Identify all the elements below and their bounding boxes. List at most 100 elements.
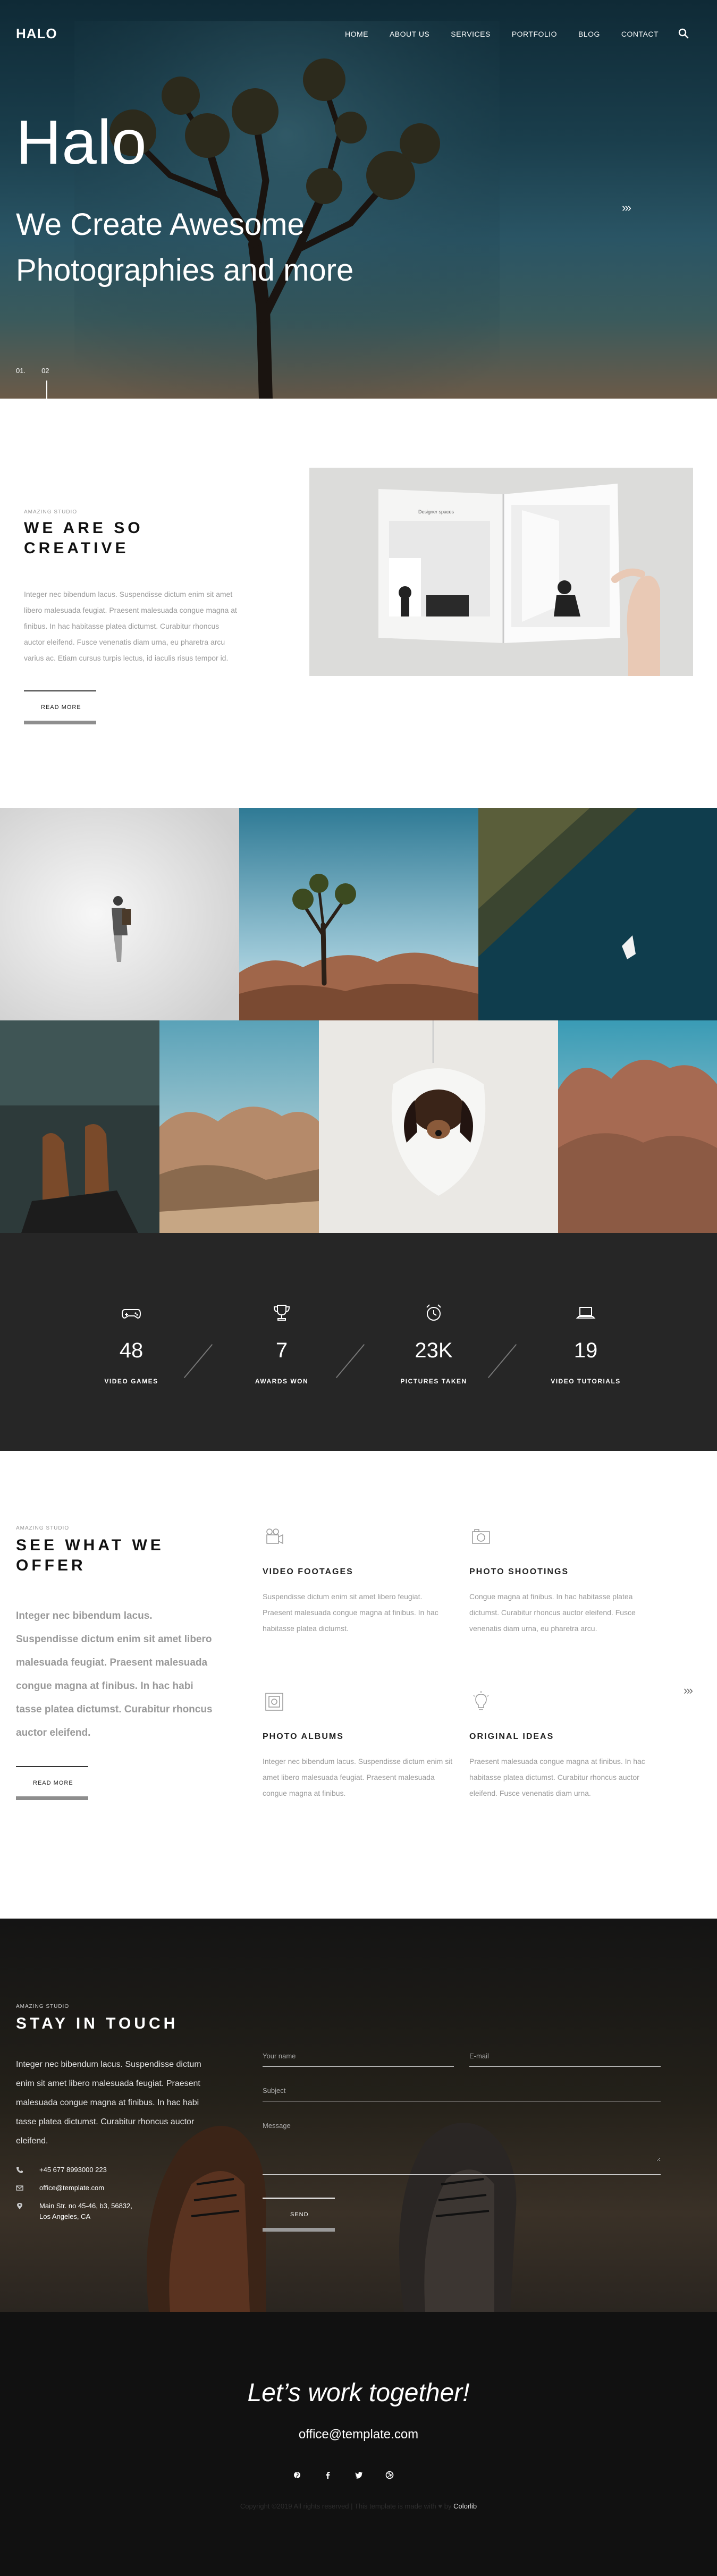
stat-label: VIDEO GAMES bbox=[104, 1378, 158, 1385]
services-section: AMAZING STUDIO SEE WHAT WE OFFER Integer… bbox=[0, 1451, 717, 1919]
service-title: PHOTO SHOOTINGS bbox=[469, 1567, 569, 1576]
alarm-clock-icon bbox=[426, 1304, 441, 1321]
laptop-icon bbox=[576, 1307, 596, 1319]
colorlib-link[interactable]: Colorlib bbox=[453, 2502, 477, 2510]
service-title: ORIGINAL IDEAS bbox=[469, 1732, 554, 1741]
twitter-icon[interactable] bbox=[354, 2470, 364, 2480]
stat-label: AWARDS WON bbox=[255, 1378, 309, 1385]
site-footer: Let’s work together! office@template.com… bbox=[0, 2312, 717, 2576]
photo-camera-icon bbox=[472, 1529, 490, 1544]
address-text: Main Str. no 45-46, b3, 56832, Los Angele… bbox=[39, 2201, 132, 2222]
copyright-text: Copyright ©2019 All rights reserved | Th… bbox=[240, 2502, 452, 2510]
address-line-1: Main Str. no 45-46, b3, 56832, bbox=[39, 2202, 132, 2210]
facebook-icon[interactable] bbox=[323, 2470, 333, 2480]
email-input[interactable] bbox=[469, 2052, 661, 2060]
about-section: AMAZING STUDIO WE ARE SO CREATIVE Intege… bbox=[0, 399, 717, 808]
nav-home[interactable]: HOME bbox=[345, 30, 368, 38]
service-original-ideas: ORIGINAL IDEAS Praesent malesuada congue… bbox=[469, 1690, 661, 1801]
open-book-image: Designer spaces bbox=[309, 468, 693, 676]
about-copy: AMAZING STUDIO WE ARE SO CREATIVE Intege… bbox=[24, 509, 242, 727]
about-eyebrow: AMAZING STUDIO bbox=[24, 509, 78, 515]
dribbble-icon[interactable] bbox=[385, 2470, 394, 2480]
address-line-2: Los Angeles, CA bbox=[39, 2212, 91, 2220]
footer-tagline: Let’s work together! bbox=[247, 2379, 470, 2407]
services-copy: AMAZING STUDIO SEE WHAT WE OFFER Integer… bbox=[16, 1525, 213, 1803]
footer-email[interactable]: office@template.com bbox=[0, 2427, 717, 2442]
contact-section: AMAZING STUDIO STAY IN TOUCH Integer nec… bbox=[0, 1919, 717, 2312]
gallery-tile-dog-hammock[interactable] bbox=[319, 1020, 558, 1233]
stat-awards-won: 7 AWARDS WON bbox=[218, 1302, 345, 1385]
gallery-tile-joshua-tree[interactable] bbox=[239, 808, 478, 1020]
copyright: Copyright ©2019 All rights reserved | Th… bbox=[0, 2502, 717, 2510]
name-field-wrap bbox=[263, 2051, 454, 2067]
about-heading: WE ARE SO CREATIVE bbox=[24, 519, 144, 557]
gallery-tile-boat-aerial[interactable] bbox=[478, 808, 717, 1020]
video-camera-icon bbox=[266, 1528, 283, 1544]
hero-next-arrow-icon[interactable]: ››› bbox=[622, 201, 631, 215]
message-textarea[interactable] bbox=[263, 2122, 661, 2161]
name-input[interactable] bbox=[263, 2052, 454, 2060]
service-text: Congue magna at finibus. In hac habitass… bbox=[469, 1592, 636, 1633]
stat-value: 48 bbox=[119, 1339, 144, 1362]
service-video-footages: VIDEO FOOTAGES Suspendisse dictum enim s… bbox=[263, 1525, 454, 1636]
slide-1-label[interactable]: 01. bbox=[16, 367, 26, 375]
slide-indicator: 01. 02 bbox=[16, 367, 49, 375]
social-links bbox=[292, 2470, 394, 2480]
stat-value: 23K bbox=[415, 1339, 453, 1362]
contact-address: Main Str. no 45-46, b3, 56832, Los Angele… bbox=[16, 2201, 218, 2222]
about-body: Integer nec bibendum lacus. Suspendisse … bbox=[24, 590, 237, 662]
gallery-tile-desert-rocks[interactable] bbox=[159, 1020, 319, 1233]
gamepad-icon bbox=[121, 1309, 141, 1319]
map-pin-icon bbox=[17, 2203, 22, 2209]
email-text[interactable]: office@template.com bbox=[39, 2183, 104, 2193]
send-button[interactable]: SEND bbox=[263, 2198, 335, 2232]
site-logo[interactable]: HALO bbox=[16, 26, 57, 42]
stat-pictures-taken: 23K PICTURES TAKEN bbox=[370, 1302, 497, 1385]
gallery-tile-foggy-hiker[interactable] bbox=[0, 808, 239, 1020]
read-more-label: READ MORE bbox=[41, 704, 81, 711]
stat-value: 7 bbox=[275, 1339, 288, 1362]
contact-eyebrow: AMAZING STUDIO bbox=[16, 2004, 70, 2009]
nav-portfolio[interactable]: PORTFOLIO bbox=[512, 30, 557, 38]
stat-label: PICTURES TAKEN bbox=[400, 1378, 467, 1385]
stat-value: 19 bbox=[573, 1339, 598, 1362]
active-slide-line bbox=[46, 381, 47, 399]
service-text: Integer nec bibendum lacus. Suspendisse … bbox=[263, 1757, 453, 1797]
photo-gallery bbox=[0, 808, 717, 1233]
services-eyebrow: AMAZING STUDIO bbox=[16, 1525, 70, 1531]
gallery-tile-boots[interactable] bbox=[0, 1020, 159, 1233]
contact-lead: Integer nec bibendum lacus. Suspendisse … bbox=[16, 2060, 201, 2146]
subject-input[interactable] bbox=[263, 2087, 661, 2094]
contact-phone: +45 677 8993000 223 bbox=[16, 2165, 218, 2175]
service-title: VIDEO FOOTAGES bbox=[263, 1567, 353, 1576]
trophy-icon bbox=[273, 1305, 290, 1321]
read-more-label: READ MORE bbox=[33, 1780, 73, 1786]
contact-heading: STAY IN TOUCH bbox=[16, 2015, 179, 2032]
search-icon[interactable] bbox=[678, 28, 689, 39]
nav-services[interactable]: SERVICES bbox=[451, 30, 491, 38]
services-read-more-button[interactable]: READ MORE bbox=[16, 1766, 88, 1800]
service-text: Suspendisse dictum enim sit amet libero … bbox=[263, 1592, 438, 1633]
send-label: SEND bbox=[290, 2211, 309, 2218]
gallery-tile-rock-formation[interactable] bbox=[558, 1020, 717, 1233]
phone-text[interactable]: +45 677 8993000 223 bbox=[39, 2165, 107, 2175]
phone-icon bbox=[16, 2167, 23, 2173]
about-read-more-button[interactable]: READ MORE bbox=[24, 690, 96, 724]
service-title: PHOTO ALBUMS bbox=[263, 1732, 344, 1741]
stat-video-tutorials: 19 VIDEO TUTORIALS bbox=[522, 1302, 649, 1385]
contact-email: office@template.com bbox=[16, 2183, 218, 2193]
message-field-wrap bbox=[263, 2122, 661, 2175]
nav-about-us[interactable]: ABOUT US bbox=[390, 30, 429, 38]
hero-section: HALO HOME ABOUT US SERVICES PORTFOLIO BL… bbox=[0, 0, 717, 399]
services-next-arrow-icon[interactable]: ››› bbox=[684, 1684, 693, 1697]
slide-2-label[interactable]: 02 bbox=[41, 367, 49, 375]
nav-blog[interactable]: BLOG bbox=[578, 30, 600, 38]
lightbulb-icon bbox=[473, 1691, 489, 1710]
services-heading: SEE WHAT WE OFFER bbox=[16, 1536, 164, 1574]
subject-field-wrap bbox=[263, 2086, 661, 2101]
service-text: Praesent malesuada congue magna at finib… bbox=[469, 1757, 645, 1797]
hero-subtitle: We Create Awesome Photographies and more bbox=[16, 207, 354, 288]
stat-video-games: 48 VIDEO GAMES bbox=[68, 1302, 195, 1385]
nav-contact[interactable]: CONTACT bbox=[621, 30, 659, 38]
pinterest-icon[interactable] bbox=[292, 2470, 302, 2480]
